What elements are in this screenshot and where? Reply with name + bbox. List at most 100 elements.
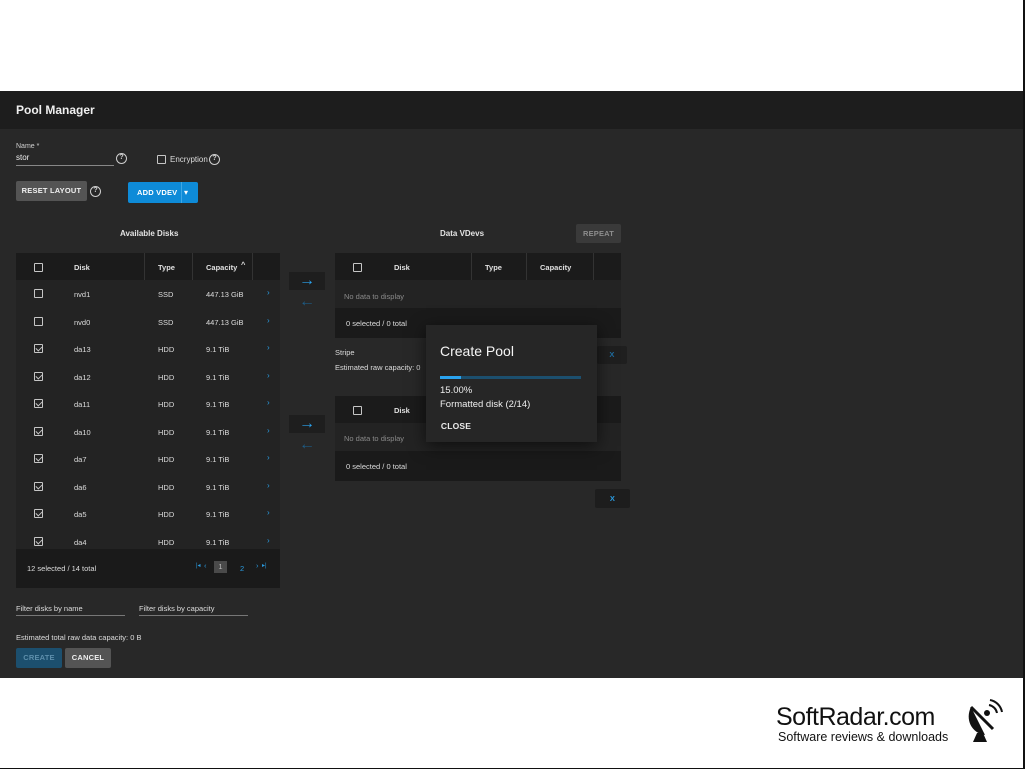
- page-1-button[interactable]: 1: [214, 561, 227, 573]
- arrow-left-icon[interactable]: ←: [289, 293, 325, 311]
- remove-vdev-button[interactable]: X: [597, 346, 627, 364]
- first-page-icon[interactable]: |◂: [196, 562, 201, 569]
- arrow-left-icon[interactable]: ←: [289, 436, 325, 454]
- last-page-icon[interactable]: ▸|: [262, 562, 267, 569]
- chevron-right-icon[interactable]: ›: [267, 398, 270, 407]
- vdev-estimated-raw: Estimated raw capacity: 0: [335, 363, 421, 372]
- caret-down-icon[interactable]: ▾: [184, 182, 188, 203]
- table-row[interactable]: nvd0 SSD 447.13 GiB ›: [16, 308, 280, 336]
- progress-fill: [440, 376, 462, 379]
- col-separator: [192, 253, 193, 280]
- filter-by-capacity-input[interactable]: Filter disks by capacity: [139, 604, 248, 616]
- row-checkbox[interactable]: [34, 399, 43, 408]
- table-row[interactable]: da13 HDD 9.1 TiB ›: [16, 335, 280, 363]
- row-checkbox[interactable]: [34, 509, 43, 518]
- col-disk[interactable]: Disk: [394, 406, 410, 415]
- disk-type: HDD: [158, 537, 175, 547]
- chevron-right-icon[interactable]: ›: [267, 316, 270, 325]
- vdev-2-selection-count: 0 selected / 0 total: [346, 462, 407, 471]
- col-capacity[interactable]: Capacity: [206, 263, 237, 272]
- disk-name: da12: [74, 372, 91, 382]
- table-row[interactable]: da12 HDD 9.1 TiB ›: [16, 363, 280, 391]
- disk-capacity: 447.13 GiB: [206, 290, 244, 299]
- chevron-right-icon[interactable]: ›: [267, 288, 270, 297]
- disk-capacity: 9.1 TiB: [206, 372, 230, 382]
- selection-count: 12 selected / 14 total: [27, 564, 97, 573]
- col-separator: [144, 253, 145, 280]
- page-2-button[interactable]: 2: [240, 564, 244, 573]
- chevron-right-icon[interactable]: ›: [267, 453, 270, 462]
- col-disk[interactable]: Disk: [74, 263, 90, 272]
- disk-type: HDD: [158, 482, 175, 492]
- filter-by-name-input[interactable]: Filter disks by name: [16, 604, 125, 616]
- reset-layout-button[interactable]: RESET LAYOUT: [16, 181, 87, 201]
- row-checkbox[interactable]: [34, 481, 43, 491]
- disk-name: nvd0: [74, 317, 91, 327]
- vdev-2-footer: 0 selected / 0 total: [335, 451, 621, 481]
- disk-name: da11: [74, 400, 91, 409]
- row-checkbox[interactable]: [34, 536, 43, 546]
- table-row[interactable]: da7 HDD 9.1 TiB ›: [16, 445, 280, 473]
- disk-capacity: 447.13 GiB: [206, 317, 244, 327]
- chevron-right-icon[interactable]: ›: [267, 343, 270, 352]
- disk-name: da7: [74, 455, 87, 464]
- chevron-right-icon[interactable]: ›: [267, 536, 270, 545]
- table-row[interactable]: da5 HDD 9.1 TiB ›: [16, 500, 280, 528]
- pool-manager-app: Pool Manager Name * stor ? Encryption ? …: [0, 91, 1025, 678]
- row-checkbox[interactable]: [34, 344, 43, 353]
- chevron-right-icon[interactable]: ›: [267, 426, 270, 435]
- repeat-button[interactable]: REPEAT: [576, 224, 621, 243]
- disk-capacity: 9.1 TiB: [206, 427, 230, 437]
- available-disks-title: Available Disks: [120, 229, 179, 238]
- disk-capacity: 9.1 TiB: [206, 400, 230, 409]
- name-input[interactable]: stor: [16, 152, 114, 166]
- chevron-right-icon[interactable]: ›: [267, 508, 270, 517]
- sort-asc-icon[interactable]: ^: [241, 260, 245, 269]
- page-title: Pool Manager: [16, 103, 95, 117]
- row-checkbox[interactable]: [34, 316, 43, 326]
- encryption-help-icon[interactable]: ?: [209, 154, 220, 165]
- progress-status: Formatted disk (2/14): [440, 399, 531, 410]
- reset-layout-help-icon[interactable]: ?: [90, 186, 101, 197]
- col-disk[interactable]: Disk: [394, 263, 410, 272]
- col-type[interactable]: Type: [485, 263, 502, 272]
- cancel-button[interactable]: CANCEL: [65, 648, 111, 668]
- row-checkbox[interactable]: [34, 454, 43, 463]
- close-button[interactable]: CLOSE: [439, 417, 473, 435]
- arrow-right-icon[interactable]: →: [289, 415, 325, 433]
- row-checkbox[interactable]: [34, 289, 43, 298]
- vdev-select-all-checkbox[interactable]: [353, 263, 362, 272]
- row-checkbox[interactable]: [34, 371, 43, 381]
- add-vdev-button[interactable]: ADD VDEV ▾: [128, 182, 198, 203]
- disk-type: HDD: [158, 400, 175, 409]
- table-row[interactable]: nvd1 SSD 447.13 GiB ›: [16, 280, 280, 308]
- disk-name: da6: [74, 482, 87, 492]
- arrow-right-icon[interactable]: →: [289, 272, 325, 290]
- vdev-2-select-all-checkbox[interactable]: [353, 406, 362, 415]
- empty-state: No data to display: [344, 434, 405, 443]
- available-disks-footer: 12 selected / 14 total |◂ ‹ 1 2 › ▸|: [16, 549, 280, 588]
- data-vdev-header: Disk Type Capacity: [335, 253, 621, 280]
- chevron-right-icon[interactable]: ›: [267, 371, 270, 380]
- disk-type: SSD: [158, 290, 174, 299]
- chevron-right-icon[interactable]: ›: [267, 481, 270, 490]
- table-row[interactable]: da10 HDD 9.1 TiB ›: [16, 418, 280, 446]
- row-checkbox[interactable]: [34, 426, 43, 436]
- remove-vdev-2-button[interactable]: X: [595, 489, 630, 508]
- col-capacity[interactable]: Capacity: [540, 263, 571, 272]
- vdev-layout-value[interactable]: Stripe: [335, 348, 355, 357]
- disk-type: SSD: [158, 317, 174, 327]
- prev-page-icon[interactable]: ‹: [204, 561, 207, 570]
- encryption-checkbox[interactable]: [157, 155, 166, 164]
- name-help-icon[interactable]: ?: [116, 153, 127, 164]
- create-button[interactable]: CREATE: [16, 648, 62, 668]
- table-row[interactable]: da6 HDD 9.1 TiB ›: [16, 473, 280, 501]
- progress-bar: [440, 376, 581, 379]
- satellite-dish-icon: [968, 699, 1003, 742]
- select-all-checkbox[interactable]: [34, 263, 43, 272]
- col-type[interactable]: Type: [158, 263, 175, 272]
- table-row[interactable]: da11 HDD 9.1 TiB ›: [16, 390, 280, 418]
- col-separator: [252, 253, 253, 280]
- next-page-icon[interactable]: ›: [256, 561, 259, 570]
- available-disks-header: Disk Type Capacity ^: [16, 253, 280, 280]
